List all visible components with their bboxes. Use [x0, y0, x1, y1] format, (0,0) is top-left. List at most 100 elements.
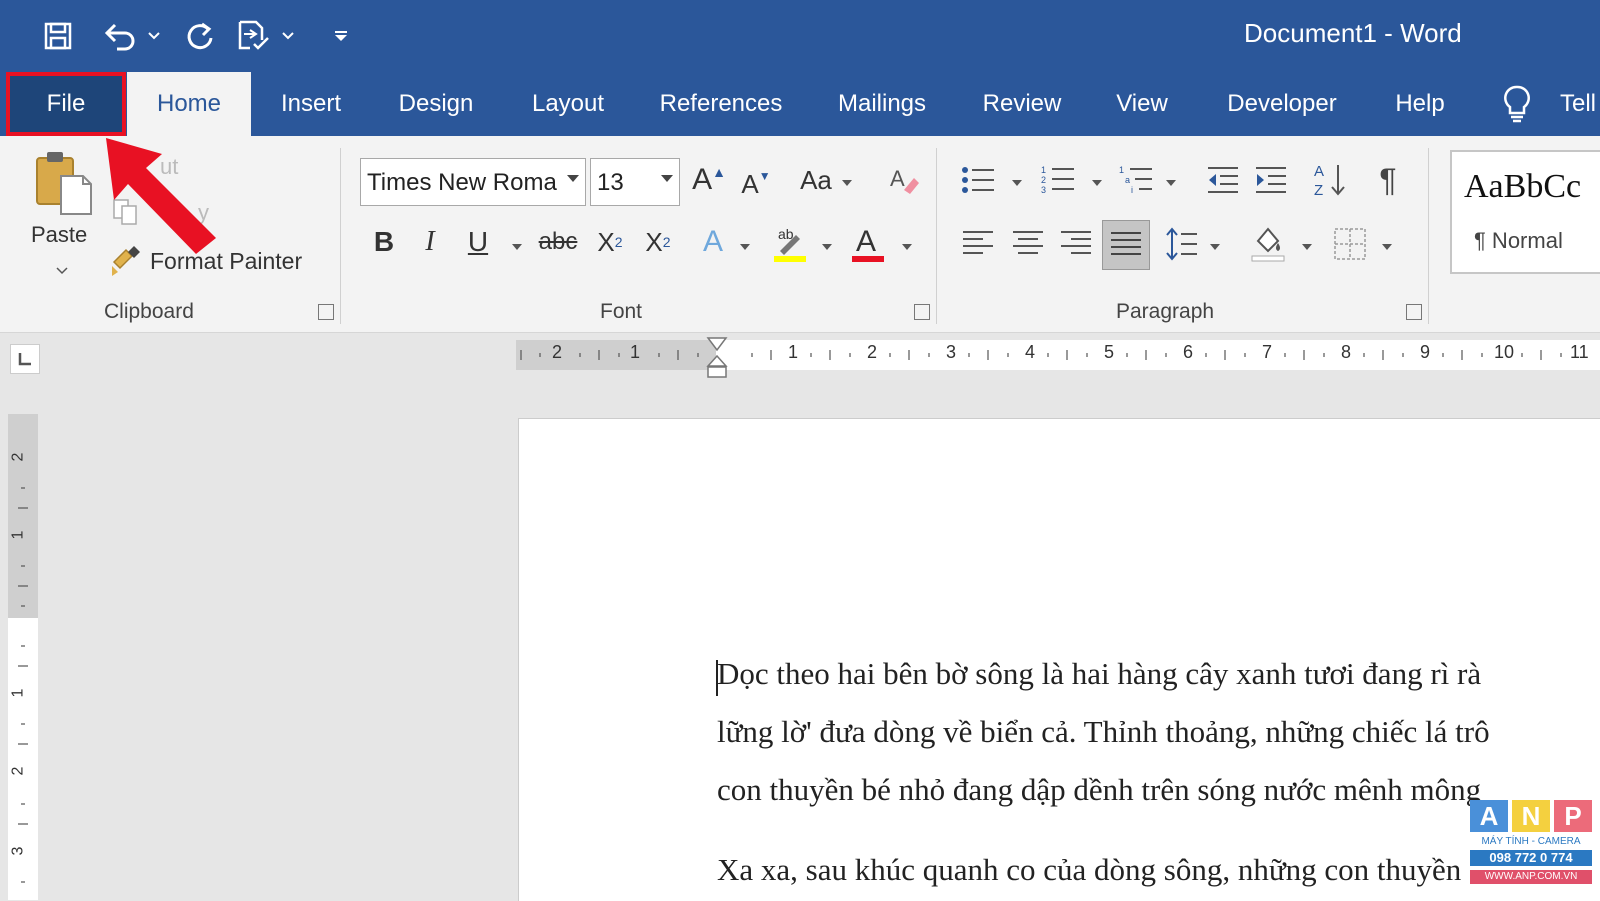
ruler-ticks: [520, 350, 1562, 360]
numbering-dropdown-icon[interactable]: [1092, 180, 1102, 186]
highlight-icon[interactable]: ab: [770, 220, 810, 266]
increase-indent-icon[interactable]: [1252, 160, 1290, 200]
tab-layout[interactable]: Layout: [522, 72, 614, 136]
vertical-ruler-ticks: [18, 487, 28, 883]
bold-icon[interactable]: B: [366, 220, 402, 264]
style-normal-label: ¶ Normal: [1474, 228, 1563, 253]
clear-formatting-icon[interactable]: A: [884, 158, 924, 202]
paragraph-group-label: Paragraph: [1116, 300, 1215, 323]
change-case-dropdown-icon[interactable]: [842, 180, 852, 186]
separator: [1428, 148, 1429, 324]
font-name-combo[interactable]: Times New Roma: [360, 158, 586, 206]
align-right-icon[interactable]: [1058, 224, 1094, 264]
undo-dropdown-icon[interactable]: [146, 16, 162, 56]
bullets-dropdown-icon[interactable]: [1012, 180, 1022, 186]
watermark-text: MÁY TÍNH - CAMERA: [1481, 836, 1581, 847]
customize-toolbar-icon[interactable]: [330, 16, 352, 56]
red-arrow-icon: [106, 138, 216, 254]
underline-icon[interactable]: U: [460, 220, 496, 264]
borders-icon[interactable]: [1330, 222, 1370, 266]
paste-label[interactable]: Paste: [31, 222, 87, 248]
svg-text:a: a: [1125, 175, 1130, 185]
line-spacing-icon[interactable]: [1164, 222, 1200, 266]
align-center-icon[interactable]: [1010, 224, 1046, 264]
numbering-icon[interactable]: 123: [1040, 160, 1076, 200]
watermark-letter: A: [1470, 800, 1508, 832]
line-spacing-dropdown-icon[interactable]: [1210, 244, 1220, 250]
indent-marker-icon[interactable]: [706, 336, 728, 380]
separator: [936, 148, 937, 324]
svg-text:1: 1: [1119, 165, 1124, 175]
tab-review[interactable]: Review: [978, 72, 1066, 136]
tab-design[interactable]: Design: [390, 72, 482, 136]
decrease-indent-icon[interactable]: [1204, 160, 1242, 200]
font-group-label: Font: [600, 300, 643, 323]
multilevel-list-icon[interactable]: 1ai: [1118, 160, 1154, 200]
tab-view[interactable]: View: [1110, 72, 1174, 136]
align-left-icon[interactable]: [960, 224, 996, 264]
underline-dropdown-icon[interactable]: [512, 244, 522, 250]
text-effects-icon[interactable]: A: [694, 220, 732, 264]
save-icon[interactable]: [40, 16, 76, 56]
separator: [340, 148, 341, 324]
ribbon-home: Paste ut y Format Painter Clipboard Time…: [0, 136, 1600, 333]
undo-icon[interactable]: [100, 16, 140, 56]
watermark-url: WWW.ANP.COM.VN: [1470, 870, 1592, 884]
document-line[interactable]: Xa xa, sau khúc quanh co của dòng sông, …: [717, 852, 1461, 888]
multilevel-dropdown-icon[interactable]: [1166, 180, 1176, 186]
style-preview: AaBbCc: [1464, 168, 1582, 205]
tab-insert[interactable]: Insert: [272, 72, 350, 136]
svg-text:1: 1: [1041, 165, 1046, 175]
clipboard-launcher-icon[interactable]: [318, 304, 334, 320]
text-effects-dropdown-icon[interactable]: [740, 244, 750, 250]
font-color-icon[interactable]: A: [848, 218, 888, 266]
show-formatting-icon[interactable]: ¶: [1370, 158, 1406, 202]
proofing-icon[interactable]: [234, 16, 274, 56]
lightbulb-icon[interactable]: [1502, 84, 1536, 124]
tab-home[interactable]: Home: [127, 72, 251, 136]
document-line[interactable]: con thuyền bé nhỏ đang dập dềnh trên són…: [717, 772, 1481, 808]
paragraph-launcher-icon[interactable]: [1406, 304, 1422, 320]
subscript-icon[interactable]: X2: [590, 220, 630, 264]
change-case-button[interactable]: Aa: [796, 158, 836, 202]
font-size-combo[interactable]: 13: [590, 158, 680, 206]
shrink-font-icon[interactable]: A ▼: [738, 162, 774, 206]
chevron-down-icon[interactable]: [567, 175, 579, 182]
font-size-value: 13: [597, 169, 624, 196]
title-bar: Document1 - Word: [0, 0, 1600, 72]
borders-dropdown-icon[interactable]: [1382, 244, 1392, 250]
font-color-dropdown-icon[interactable]: [902, 244, 912, 250]
shading-icon[interactable]: [1248, 220, 1288, 266]
tab-file[interactable]: File: [6, 72, 126, 136]
highlight-dropdown-icon[interactable]: [822, 244, 832, 250]
strikethrough-icon[interactable]: abc: [536, 220, 580, 264]
document-line[interactable]: lững lờ' đưa dòng về biển cả. Thỉnh thoả…: [717, 714, 1490, 750]
paste-icon[interactable]: [30, 148, 96, 218]
svg-text:2: 2: [1041, 175, 1046, 185]
redo-icon[interactable]: [180, 16, 220, 56]
superscript-icon[interactable]: X2: [638, 220, 678, 264]
font-name-value: Times New Roma: [367, 169, 557, 196]
paste-dropdown-icon[interactable]: [56, 262, 68, 275]
svg-text:A: A: [1314, 163, 1324, 180]
italic-icon[interactable]: I: [412, 220, 448, 264]
sort-icon[interactable]: AZ: [1312, 158, 1350, 202]
grow-font-icon[interactable]: A ▲: [690, 158, 728, 202]
clipboard-group-label: Clipboard: [104, 300, 194, 323]
svg-text:A: A: [890, 166, 905, 191]
tab-references[interactable]: References: [656, 72, 786, 136]
watermark-letter: P: [1554, 800, 1592, 832]
justify-icon[interactable]: [1102, 220, 1150, 270]
shading-dropdown-icon[interactable]: [1302, 244, 1312, 250]
tab-mailings[interactable]: Mailings: [832, 72, 932, 136]
style-normal[interactable]: AaBbCc ¶ Normal: [1450, 150, 1600, 274]
font-launcher-icon[interactable]: [914, 304, 930, 320]
proofing-dropdown-icon[interactable]: [280, 16, 296, 56]
chevron-down-icon[interactable]: [661, 175, 673, 182]
bullets-icon[interactable]: [960, 160, 996, 200]
document-line[interactable]: Dọc theo hai bên bờ sông là hai hàng cây…: [717, 656, 1481, 692]
tell-me-search[interactable]: Tell: [1560, 72, 1600, 136]
tab-selector[interactable]: [10, 344, 40, 374]
tab-help[interactable]: Help: [1388, 72, 1452, 136]
tab-developer[interactable]: Developer: [1218, 72, 1346, 136]
